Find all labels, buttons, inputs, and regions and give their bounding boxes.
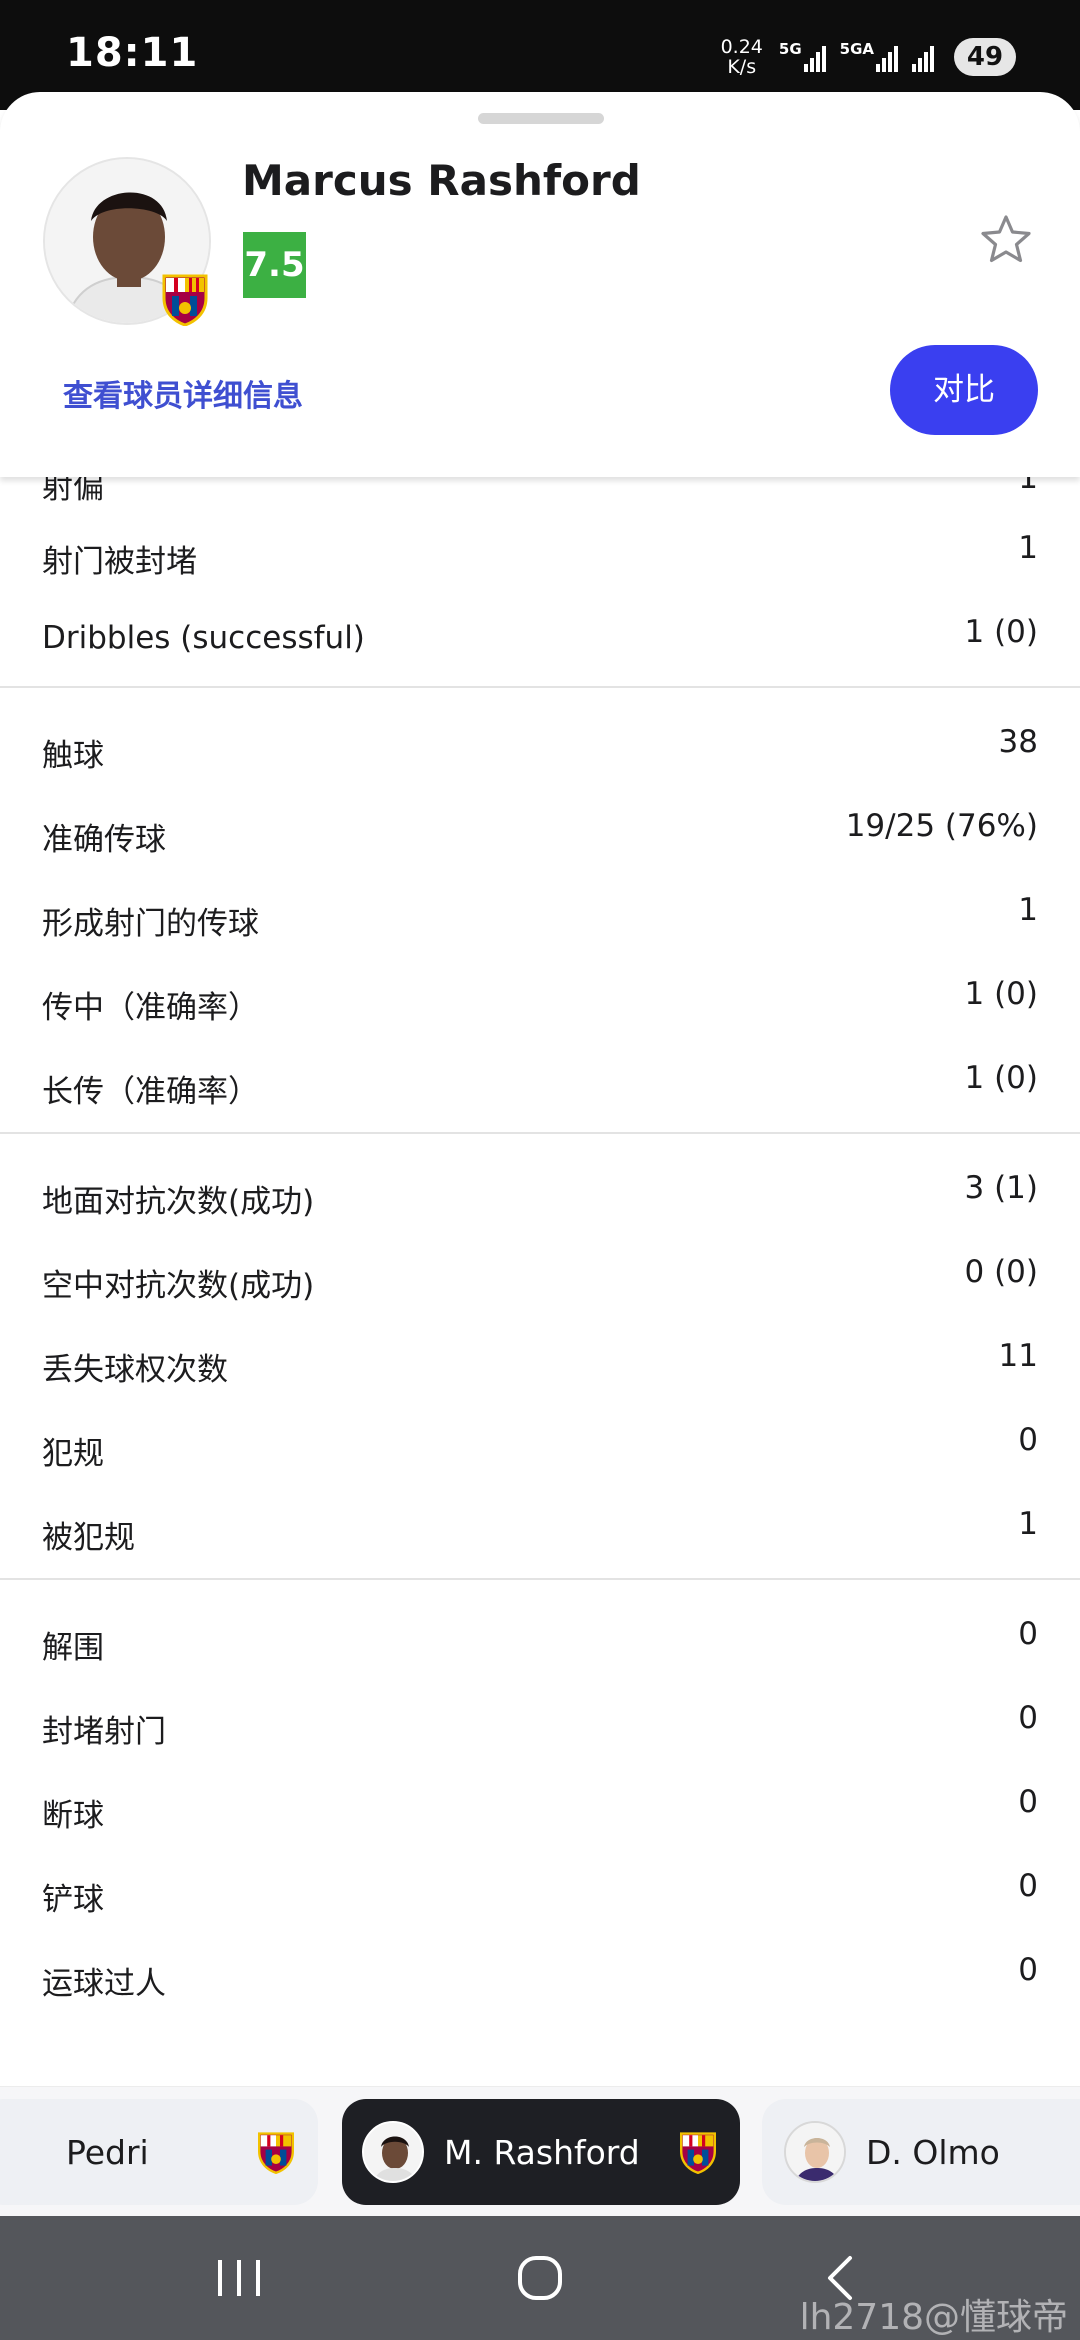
stat-row: 被犯规 1 [0,1494,1080,1578]
stat-label: 解围 [42,1630,104,1666]
stat-row: 解围 0 [0,1604,1080,1688]
stat-label: 准确传球 [42,822,166,858]
stat-value: 1 [1018,530,1038,566]
stat-label: Dribbles (successful) [42,620,365,656]
player-photo-icon [786,2123,844,2181]
barcelona-crest-icon [680,2132,716,2174]
stat-label: 断球 [42,1798,104,1834]
stat-label: 触球 [42,738,104,774]
stat-label: 形成射门的传球 [42,906,259,942]
signal-icon: 5G [779,42,828,72]
compare-button[interactable]: 对比 [890,345,1038,435]
stat-row: 地面对抗次数(成功) 3 (1) [0,1158,1080,1242]
rating-badge: 7.5 [243,232,306,298]
player-chip-avatar [784,2121,846,2183]
watermark: lh2718@懂球帝 [799,2297,1068,2338]
stat-value: 11 [998,1338,1038,1374]
stat-row: 运球过人 0 [0,1940,1080,2024]
stat-label: 丢失球权次数 [42,1352,228,1388]
stat-label: 犯规 [42,1436,104,1472]
star-outline-icon[interactable] [978,212,1034,268]
stat-value: 3 (1) [964,1170,1039,1206]
stat-value: 38 [998,724,1038,760]
barcelona-crest-icon [162,274,208,326]
stat-row: 长传（准确率） 1 (0) [0,1048,1080,1132]
stat-row: 封堵射门 0 [0,1688,1080,1772]
stat-row: 射门被封堵 1 [0,518,1080,602]
player-chip-label: Pedri [66,2132,149,2172]
player-chip-avatar [362,2121,424,2183]
network-speed-value: 0.24 [720,36,763,58]
signal-tag-5g: 5G [778,40,802,58]
barcelona-crest-icon [258,2132,294,2174]
player-chip-next[interactable]: D. Olmo [762,2099,1080,2205]
stat-label: 铲球 [42,1882,104,1918]
drag-handle[interactable] [478,113,604,124]
stat-row: 准确传球 19/25 (76%) [0,796,1080,880]
player-details-link[interactable]: 查看球员详细信息 [63,371,303,415]
stat-label: 空中对抗次数(成功) [42,1268,315,1304]
player-photo-icon [364,2123,422,2181]
stat-label: 运球过人 [42,1966,166,2002]
player-chip-current[interactable]: M. Rashford [342,2099,740,2205]
player-switcher: Pedri M. Rashford D. Olmo [0,2086,1080,2216]
stat-value: 1 (0) [964,614,1039,650]
stat-row: 空中对抗次数(成功) 0 (0) [0,1242,1080,1326]
player-chip-prev[interactable]: Pedri [0,2099,318,2205]
stat-label: 地面对抗次数(成功) [42,1184,315,1220]
stat-value: 0 [1018,1952,1038,1988]
status-time: 18:11 [66,30,199,76]
stat-row: 触球 38 [0,712,1080,796]
recents-icon[interactable] [204,2246,274,2310]
player-name: Marcus Rashford [242,156,641,205]
stat-label: 射门被封堵 [42,544,197,580]
stat-row: 形成射门的传球 1 [0,880,1080,964]
stat-value: 1 (0) [964,976,1039,1012]
network-speed-unit: K/s [727,56,757,78]
stat-row: 犯规 0 [0,1410,1080,1494]
stat-value: 0 (0) [964,1254,1039,1290]
signal-tag-5ga: 5GA [839,40,874,58]
stat-label: 长传（准确率） [42,1074,259,1110]
player-header-card: Marcus Rashford 7.5 查看球员详细信息 对比 [0,92,1080,477]
stat-row: Dribbles (successful) 1 (0) [0,602,1080,686]
stat-label: 封堵射门 [42,1714,166,1750]
stats-list: 射偏 1 射门被封堵 1 Dribbles (successful) 1 (0)… [0,440,1080,2024]
stat-label: 传中（准确率） [42,990,259,1026]
battery-indicator: 49 [954,38,1016,76]
stat-value: 0 [1018,1868,1038,1904]
wifi-signal-icon [912,42,936,72]
stat-value: 1 [1018,1506,1038,1542]
stat-value: 0 [1018,1700,1038,1736]
player-chip-label: M. Rashford [444,2132,640,2172]
network-speed: 0.24 K/s [721,37,763,77]
stat-row: 断球 0 [0,1772,1080,1856]
stat-value: 0 [1018,1422,1038,1458]
stat-row: 丢失球权次数 11 [0,1326,1080,1410]
player-chip-label: D. Olmo [866,2132,1000,2172]
stat-value: 19/25 (76%) [845,808,1038,844]
stat-value: 0 [1018,1616,1038,1652]
stat-row: 传中（准确率） 1 (0) [0,964,1080,1048]
signal-icon-2: 5GA [840,42,900,72]
status-icons: 0.24 K/s 5G 5GA 49 [721,32,1016,82]
stat-label: 被犯规 [42,1520,135,1556]
stat-row: 铲球 0 [0,1856,1080,1940]
home-icon[interactable] [505,2246,575,2310]
stat-value: 1 [1018,892,1038,928]
stat-value: 0 [1018,1784,1038,1820]
screen: 18:11 0.24 K/s 5G 5GA 49 Marcus Rashford… [0,0,1080,2340]
stat-value: 1 (0) [964,1060,1039,1096]
